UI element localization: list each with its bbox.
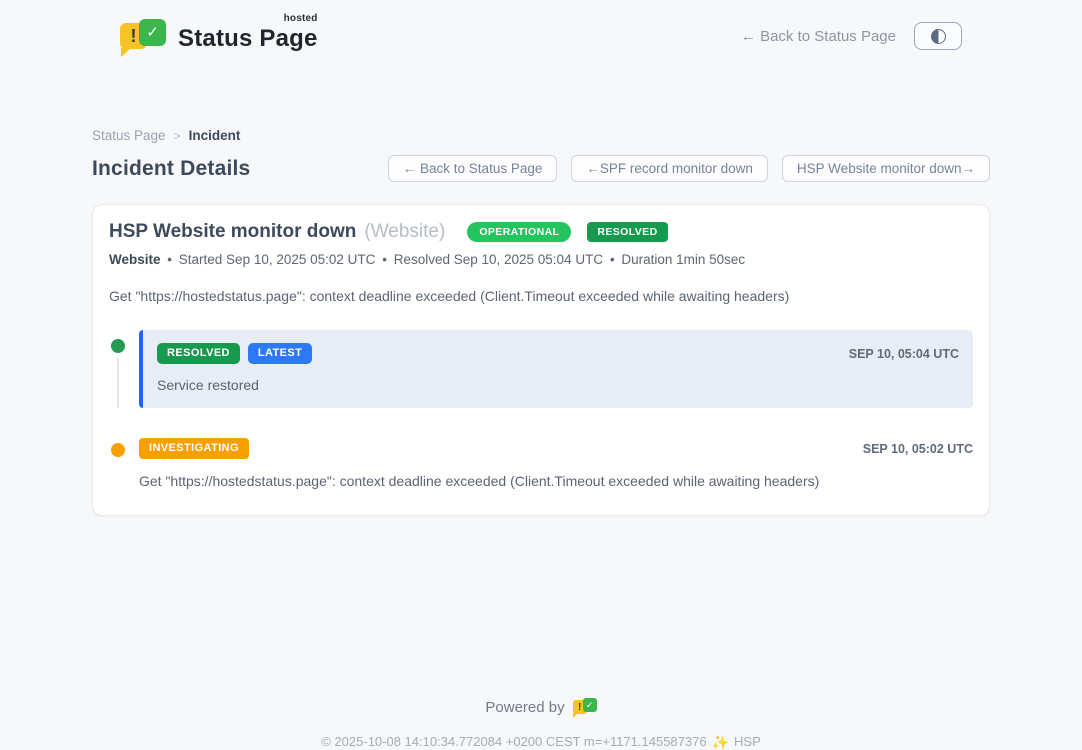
back-to-status-page-button[interactable]: ← Back to Status Page: [388, 155, 558, 182]
timeline-entry-badges: INVESTIGATING: [139, 438, 863, 459]
status-page-logo-icon: ! ✓: [120, 15, 166, 57]
timeline-entry-timestamp: SEP 10, 05:02 UTC: [863, 442, 973, 456]
next-incident-button[interactable]: HSP Website monitor down→: [782, 155, 990, 182]
top-header: ! ✓ Status Page hosted ← Back to Status …: [0, 0, 1082, 58]
copyright-line: © 2025-10-08 14:10:34.772084 +0200 CEST …: [92, 734, 990, 749]
theme-toggle-button[interactable]: [914, 22, 962, 50]
meta-separator: •: [164, 252, 175, 267]
meta-separator: •: [607, 252, 618, 267]
breadcrumb-separator: >: [174, 129, 181, 143]
powered-by-label: Powered by: [485, 699, 564, 716]
title-row: Incident Details ← Back to Status Page ←…: [92, 155, 990, 182]
incident-duration: Duration 1min 50sec: [621, 252, 745, 267]
incident-service-name: Website: [109, 252, 161, 267]
timeline-entry-highlight-box: RESOLVED LATEST SEP 10, 05:04 UTC Servic…: [139, 330, 973, 408]
header-actions: ← Back to Status Page: [741, 22, 962, 50]
check-square-icon: ✓: [139, 19, 166, 46]
check-square-mini-icon: ✓: [583, 698, 597, 712]
main-container: Status Page > Incident Incident Details …: [92, 128, 990, 749]
timeline-item: INVESTIGATING SEP 10, 05:02 UTC Get "htt…: [109, 438, 973, 489]
incident-card: HSP Website monitor down (Website) OPERA…: [92, 204, 990, 516]
incident-title-row: HSP Website monitor down (Website) OPERA…: [109, 221, 973, 243]
prev-incident-button[interactable]: ←SPF record monitor down: [571, 155, 768, 182]
incident-scope: (Website): [364, 221, 445, 243]
timeline-entry-badges: RESOLVED LATEST: [157, 343, 849, 364]
breadcrumb-incident: Incident: [189, 128, 241, 143]
timeline-dot-column: [109, 438, 127, 489]
page-title: Incident Details: [92, 157, 250, 181]
timeline-entry-header: RESOLVED LATEST SEP 10, 05:04 UTC: [157, 343, 959, 364]
incident-timeline: RESOLVED LATEST SEP 10, 05:04 UTC Servic…: [109, 330, 973, 489]
resolved-dot-icon: [111, 339, 125, 353]
meta-separator: •: [379, 252, 390, 267]
timeline-entry-message: Service restored: [157, 377, 959, 393]
investigating-badge: INVESTIGATING: [139, 438, 249, 459]
timeline-entry: RESOLVED LATEST SEP 10, 05:04 UTC Servic…: [139, 330, 973, 408]
timeline-connector-line: [117, 358, 119, 408]
logo-hosted-superscript: hosted: [284, 13, 318, 24]
contrast-half-circle-icon: [931, 29, 946, 44]
timeline-entry: INVESTIGATING SEP 10, 05:02 UTC Get "htt…: [139, 438, 973, 489]
incident-resolved-at: Resolved Sep 10, 2025 05:04 UTC: [394, 252, 603, 267]
breadcrumb: Status Page > Incident: [92, 128, 990, 143]
latest-badge: LATEST: [248, 343, 312, 364]
timeline-entry-message: Get "https://hostedstatus.page": context…: [139, 473, 973, 489]
incident-title: HSP Website monitor down: [109, 221, 356, 243]
powered-by-link[interactable]: Powered by ! ✓: [485, 696, 596, 718]
resolved-status-badge: RESOLVED: [587, 222, 667, 243]
incident-started-at: Started Sep 10, 2025 05:02 UTC: [179, 252, 376, 267]
resolved-badge: RESOLVED: [157, 343, 240, 364]
logo-wordmark: Status Page hosted: [178, 15, 318, 53]
brand-name: HSP: [734, 734, 761, 749]
exclamation-glyph: !: [131, 27, 137, 45]
timeline-entry-header: INVESTIGATING SEP 10, 05:02 UTC: [139, 438, 973, 459]
timeline-item: RESOLVED LATEST SEP 10, 05:04 UTC Servic…: [109, 330, 973, 438]
logo-title: Status Page: [178, 25, 318, 52]
header-back-to-status-page-link[interactable]: ← Back to Status Page: [741, 28, 896, 45]
incident-meta: Website • Started Sep 10, 2025 05:02 UTC…: [109, 252, 973, 267]
page-footer: Powered by ! ✓ © 2025-10-08 14:10:34.772…: [92, 696, 990, 749]
timeline-dot-column: [109, 330, 127, 408]
copyright-text: © 2025-10-08 14:10:34.772084 +0200 CEST …: [321, 734, 706, 749]
app-logo: ! ✓ Status Page hosted: [120, 15, 318, 57]
incident-nav-buttons: ← Back to Status Page ←SPF record monito…: [388, 155, 990, 182]
operational-status-badge: OPERATIONAL: [467, 222, 571, 243]
breadcrumb-status-page[interactable]: Status Page: [92, 128, 166, 143]
incident-description: Get "https://hostedstatus.page": context…: [109, 288, 973, 304]
status-page-mini-logo-icon: ! ✓: [573, 696, 597, 718]
check-glyph: ✓: [146, 25, 159, 40]
investigating-dot-icon: [111, 443, 125, 457]
timeline-entry-timestamp: SEP 10, 05:04 UTC: [849, 347, 959, 361]
